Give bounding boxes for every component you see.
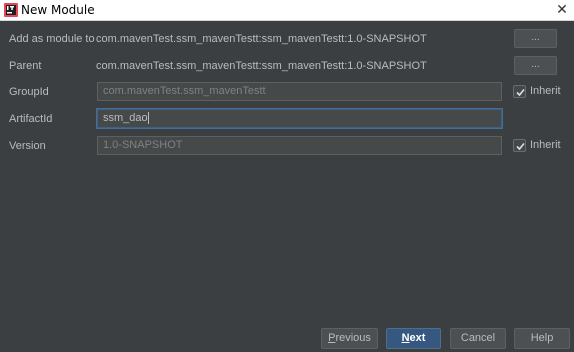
artifactid-input[interactable]: ssm_dao: [97, 109, 502, 128]
cancel-button[interactable]: Cancel: [450, 328, 506, 349]
checkmark-icon: [516, 88, 525, 97]
add-as-module-browse-button[interactable]: ...: [514, 29, 557, 48]
window-title: New Module: [21, 3, 95, 17]
parent-value: com.mavenTest.ssm_mavenTestt:ssm_mavenTe…: [96, 60, 427, 72]
app-icon: [4, 3, 18, 17]
close-icon[interactable]: ✕: [554, 2, 570, 18]
parent-browse-button[interactable]: ...: [514, 56, 557, 75]
previous-label: revious: [335, 332, 371, 344]
next-label: ext: [409, 332, 426, 344]
add-as-module-label: Add as module to: [9, 33, 95, 45]
version-label: Version: [9, 140, 46, 152]
version-inherit-check-box[interactable]: [513, 139, 526, 152]
add-as-module-value: com.mavenTest.ssm_mavenTestt:ssm_mavenTe…: [96, 33, 427, 45]
dialog-content: Add as module to com.mavenTest.ssm_maven…: [0, 21, 574, 352]
previous-button[interactable]: Previous: [321, 328, 378, 349]
parent-label: Parent: [9, 60, 42, 72]
groupid-input[interactable]: com.mavenTest.ssm_mavenTestt: [97, 82, 502, 101]
groupid-inherit-check-box[interactable]: [513, 85, 526, 98]
checkmark-icon: [516, 142, 525, 151]
title-bar: New Module ✕: [0, 0, 574, 21]
groupid-inherit-label: Inherit: [530, 85, 561, 97]
version-inherit-label: Inherit: [530, 139, 561, 151]
text-caret: [147, 112, 149, 125]
artifactid-input-text: ssm_dao: [103, 112, 148, 124]
artifactid-label: ArtifactId: [9, 113, 53, 125]
help-button[interactable]: Help: [514, 328, 570, 349]
next-mnemonic: N: [401, 332, 410, 344]
groupid-label: GroupId: [9, 86, 49, 98]
version-input[interactable]: 1.0-SNAPSHOT: [97, 136, 502, 155]
next-button[interactable]: Next: [386, 328, 441, 349]
